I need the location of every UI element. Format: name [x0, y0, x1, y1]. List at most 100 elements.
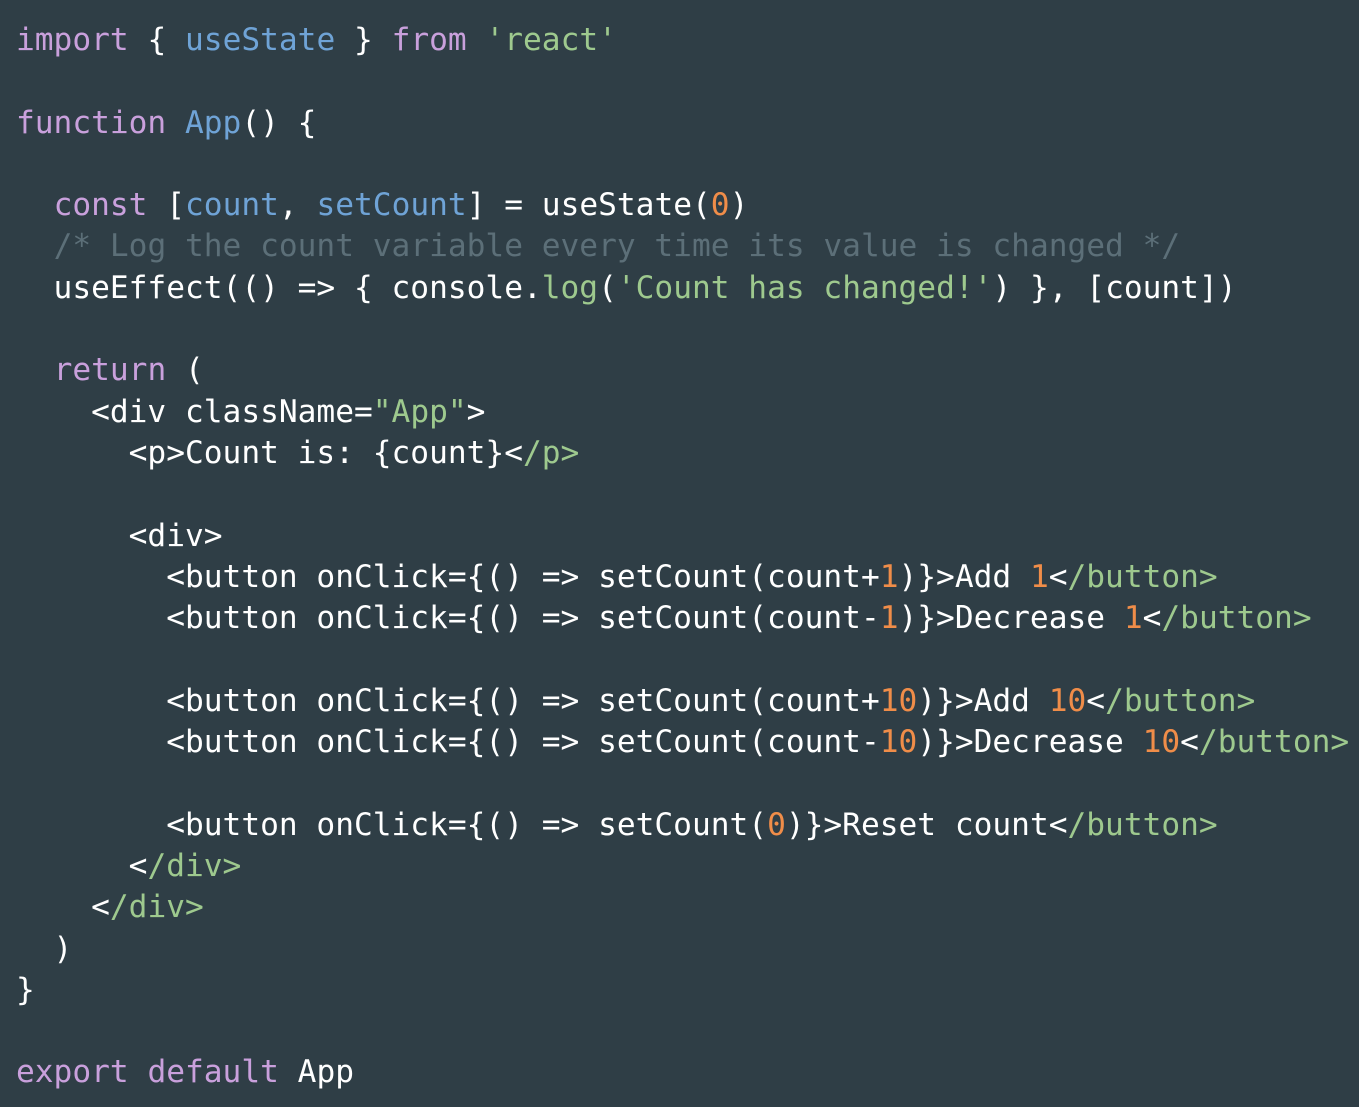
plain-token: ) [16, 930, 73, 967]
plain-token: ) }, [count]) [992, 269, 1237, 306]
string-token: log [541, 269, 599, 306]
keyword-token: return [53, 352, 167, 389]
code-line: <button onClick={() => setCount(count-1)… [16, 598, 1349, 639]
plain-token: } [335, 22, 392, 58]
plain-token: [ [147, 187, 186, 224]
number-token: 10 [1142, 724, 1181, 761]
plain-token: ) [729, 187, 749, 224]
plain-token: <button onClick={() => setCount(count+ [16, 682, 880, 719]
plain-token: <div> [16, 517, 223, 554]
plain-token: ( [166, 352, 204, 389]
plain-token: )}>Reset count< [785, 806, 1068, 843]
plain-token: () { [241, 104, 317, 141]
identifier-token: setCount [316, 187, 467, 224]
code-line: const [count, setCount] = useState(0) [16, 185, 1349, 226]
plain-token: ( [598, 269, 617, 306]
string-token: "App" [372, 393, 467, 430]
keyword-token: const [53, 187, 148, 224]
plain-token: ] = useState( [466, 187, 711, 224]
identifier-token: count [185, 187, 279, 224]
string-token: /button> [1198, 724, 1350, 761]
code-line: <button onClick={() => setCount(count+1)… [16, 557, 1349, 598]
plain-token: )}>Add [917, 682, 1049, 719]
code-line: ) [16, 929, 1349, 970]
plain-token: )}>Decrease [917, 724, 1143, 761]
plain-token: > [466, 393, 486, 430]
number-token: 1 [1029, 558, 1049, 595]
code-line: <button onClick={() => setCount(count-10… [16, 722, 1349, 763]
keyword-token: export [16, 1054, 129, 1091]
plain-token: App [278, 1054, 354, 1091]
plain-token: { [128, 22, 186, 58]
plain-token: , [278, 187, 317, 224]
string-token: /button> [1067, 806, 1218, 843]
keyword-token: import [16, 22, 129, 58]
code-line: <p>Count is: {count}</p> [16, 433, 1349, 474]
code-line: /* Log the count variable every time its… [16, 226, 1349, 267]
plain-token: <button onClick={() => setCount(count+ [16, 558, 880, 595]
code-line: </div> [16, 887, 1349, 928]
plain-token: <button onClick={() => setCount(count- [16, 600, 880, 637]
identifier-token: App [185, 104, 242, 141]
code-editor[interactable]: import { useState } from 'react' functio… [16, 20, 1349, 1094]
number-token: 0 [767, 806, 786, 843]
plain-token: <div className= [16, 393, 373, 430]
string-token: 'Count has changed!' [616, 269, 993, 306]
plain-token: < [1180, 724, 1199, 761]
code-line: <div className="App"> [16, 392, 1349, 433]
number-token: 1 [1123, 600, 1143, 637]
string-token: /button> [1105, 682, 1256, 719]
string-token: /button> [1067, 558, 1218, 595]
code-line: return ( [16, 350, 1349, 391]
code-line: <div> [16, 516, 1349, 557]
number-token: 10 [879, 724, 918, 761]
string-token: /button> [1161, 600, 1312, 637]
code-line: <button onClick={() => setCount(0)}>Rese… [16, 805, 1349, 846]
keyword-token: default [147, 1054, 279, 1091]
plain-token: <button onClick={() => setCount( [16, 806, 768, 843]
comment-token: /* Log the count variable every time its… [53, 228, 1181, 265]
plain-token: < [16, 889, 110, 926]
code-line: </div> [16, 846, 1349, 887]
code-line: useEffect(() => { console.log('Count has… [16, 268, 1349, 309]
string-token: /div> [109, 889, 204, 926]
plain-token: < [1086, 682, 1106, 719]
plain-token: < [1048, 558, 1068, 595]
code-line: <button onClick={() => setCount(count+10… [16, 681, 1349, 722]
plain-token: )}>Add [898, 558, 1030, 595]
plain-token: <p>Count is: {count}< [16, 434, 523, 471]
code-line: export default App [16, 1052, 1349, 1093]
number-token: 0 [710, 187, 730, 224]
number-token: 1 [879, 558, 899, 595]
string-token: 'react' [485, 22, 617, 58]
plain-token: )}>Decrease [898, 600, 1124, 637]
number-token: 1 [879, 600, 899, 637]
plain-token: } [16, 971, 35, 1008]
string-token: /p> [522, 434, 580, 471]
plain-token: useEffect(() => { console. [16, 269, 542, 306]
plain-token: < [1142, 600, 1162, 637]
string-token: /div> [147, 847, 242, 884]
keyword-token: function [16, 104, 167, 141]
number-token: 10 [1048, 682, 1087, 719]
identifier-token: useState [185, 22, 336, 58]
number-token: 10 [879, 682, 918, 719]
code-line: function App() { [16, 103, 1349, 144]
plain-token: <button onClick={() => setCount(count- [16, 724, 880, 761]
keyword-token: from [391, 22, 467, 58]
plain-token: < [16, 847, 148, 884]
code-line: import { useState } from 'react' [16, 20, 1349, 61]
